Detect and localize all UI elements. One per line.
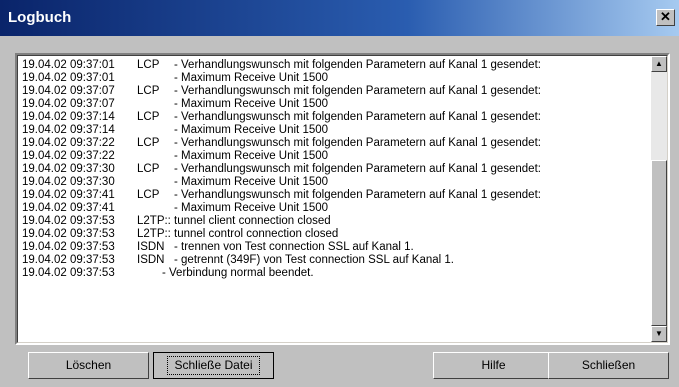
vertical-scrollbar[interactable]: ▲ ▼ — [651, 56, 667, 342]
window-title: Logbuch — [8, 9, 72, 26]
log-line[interactable]: 19.04.02 09:37:53 ISDN - trennen von Test … — [22, 241, 652, 254]
close-button[interactable]: Schließen — [548, 352, 669, 379]
log-message: - Maximum Receive Unit 1500 — [174, 72, 329, 84]
log-line[interactable]: 19.04.02 09:37:30 - Maximum Receive Unit … — [22, 176, 652, 189]
delete-button[interactable]: Löschen — [28, 352, 149, 379]
log-type: LCP — [137, 189, 160, 201]
log-line[interactable]: 19.04.02 09:37:53 - Verbindung normal bee… — [22, 267, 652, 280]
title-bar[interactable]: Logbuch ✕ — [0, 0, 679, 36]
log-type: LCP — [137, 137, 160, 149]
log-date: 19.04.02 09:37:14 — [22, 111, 115, 123]
log-type: LCP — [137, 59, 160, 71]
log-date: 19.04.02 09:37:41 — [22, 202, 115, 214]
log-message: - Verbindung normal beendet. — [162, 267, 314, 279]
log-message: - Verhandlungswunsch mit folgenden Param… — [174, 137, 541, 149]
log-date: 19.04.02 09:37:01 — [22, 72, 115, 84]
log-date: 19.04.02 09:37:30 — [22, 163, 115, 175]
log-line[interactable]: 19.04.02 09:37:30 LCP - Verhandlungswunsch… — [22, 163, 652, 176]
log-date: 19.04.02 09:37:01 — [22, 59, 115, 71]
arrow-up-icon[interactable]: ▲ — [651, 56, 667, 72]
log-date: 19.04.02 09:37:53 — [22, 228, 115, 240]
log-message: - Maximum Receive Unit 1500 — [174, 124, 329, 136]
log-message: - getrennt (349F) von Test connection SS… — [174, 254, 455, 266]
log-message: - Maximum Receive Unit 1500 — [174, 202, 329, 214]
log-type: LCP — [137, 111, 160, 123]
log-message: - Maximum Receive Unit 1500 — [174, 98, 329, 110]
log-date: 19.04.02 09:37:53 — [22, 241, 115, 253]
close-button-label: Schließen — [581, 358, 636, 372]
arrow-down-icon[interactable]: ▼ — [651, 326, 667, 342]
log-date: 19.04.02 09:37:53 — [22, 267, 115, 279]
log-line[interactable]: 19.04.02 09:37:41 - Maximum Receive Unit … — [22, 202, 652, 215]
delete-button-label: Löschen — [65, 358, 112, 372]
logbuch-window: Logbuch ✕ 19.04.02 09:37:01 LCP - Verhandl… — [0, 0, 679, 387]
log-date: 19.04.02 09:37:22 — [22, 150, 115, 162]
log-line[interactable]: 19.04.02 09:37:53 L2TP:: tunnel client con… — [22, 215, 652, 228]
log-date: 19.04.02 09:37:53 — [22, 215, 115, 227]
log-listbox[interactable]: 19.04.02 09:37:01 LCP - Verhandlungswunsch… — [15, 53, 670, 345]
log-type: ISDN — [137, 241, 165, 253]
log-date: 19.04.02 09:37:14 — [22, 124, 115, 136]
log-type: L2TP:: — [137, 228, 171, 240]
help-button-label: Hilfe — [481, 358, 506, 372]
log-line[interactable]: 19.04.02 09:37:41 LCP - Verhandlungswunsch… — [22, 189, 652, 202]
log-date: 19.04.02 09:37:22 — [22, 137, 115, 149]
log-type: LCP — [137, 85, 160, 97]
log-line[interactable]: 19.04.02 09:37:14 LCP - Verhandlungswunsch… — [22, 111, 652, 124]
log-type: LCP — [137, 163, 160, 175]
log-line[interactable]: 19.04.02 09:37:14 - Maximum Receive Unit … — [22, 124, 652, 137]
help-button[interactable]: Hilfe — [433, 352, 554, 379]
log-message: tunnel control connection closed — [174, 228, 339, 240]
log-date: 19.04.02 09:37:07 — [22, 98, 115, 110]
log-line[interactable]: 19.04.02 09:37:53 ISDN - getrennt (349F) v… — [22, 254, 652, 267]
log-type: ISDN — [137, 254, 165, 266]
log-message: - Verhandlungswunsch mit folgenden Param… — [174, 59, 541, 71]
log-line[interactable]: 19.04.02 09:37:01 LCP - Verhandlungswunsch… — [22, 59, 652, 72]
log-date: 19.04.02 09:37:41 — [22, 189, 115, 201]
scrollbar-thumb[interactable] — [651, 160, 667, 326]
log-line[interactable]: 19.04.02 09:37:22 LCP - Verhandlungswunsch… — [22, 137, 652, 150]
log-message: - Maximum Receive Unit 1500 — [174, 176, 329, 188]
log-message: - trennen von Test connection SSL auf Ka… — [174, 241, 414, 253]
close-icon[interactable]: ✕ — [656, 9, 675, 26]
log-message: - Verhandlungswunsch mit folgenden Param… — [174, 85, 541, 97]
log-message: - Verhandlungswunsch mit folgenden Param… — [174, 163, 541, 175]
log-type: L2TP:: — [137, 215, 171, 227]
log-message: - Maximum Receive Unit 1500 — [174, 150, 329, 162]
log-date: 19.04.02 09:37:30 — [22, 176, 115, 188]
log-line[interactable]: 19.04.02 09:37:01 - Maximum Receive Unit … — [22, 72, 652, 85]
log-date: 19.04.02 09:37:07 — [22, 85, 115, 97]
log-line[interactable]: 19.04.02 09:37:07 - Maximum Receive Unit … — [22, 98, 652, 111]
log-date: 19.04.02 09:37:53 — [22, 254, 115, 266]
close-file-button-label: Schließe Datei — [167, 356, 260, 375]
log-message: tunnel client connection closed — [174, 215, 331, 227]
log-message: - Verhandlungswunsch mit folgenden Param… — [174, 111, 541, 123]
log-message: - Verhandlungswunsch mit folgenden Param… — [174, 189, 541, 201]
close-file-button[interactable]: Schließe Datei — [153, 352, 274, 379]
log-line[interactable]: 19.04.02 09:37:22 - Maximum Receive Unit … — [22, 150, 652, 163]
log-line[interactable]: 19.04.02 09:37:07 LCP - Verhandlungswunsch… — [22, 85, 652, 98]
log-text-area: 19.04.02 09:37:01 LCP - Verhandlungswunsch… — [22, 59, 652, 280]
log-line[interactable]: 19.04.02 09:37:53 L2TP:: tunnel control co… — [22, 228, 652, 241]
